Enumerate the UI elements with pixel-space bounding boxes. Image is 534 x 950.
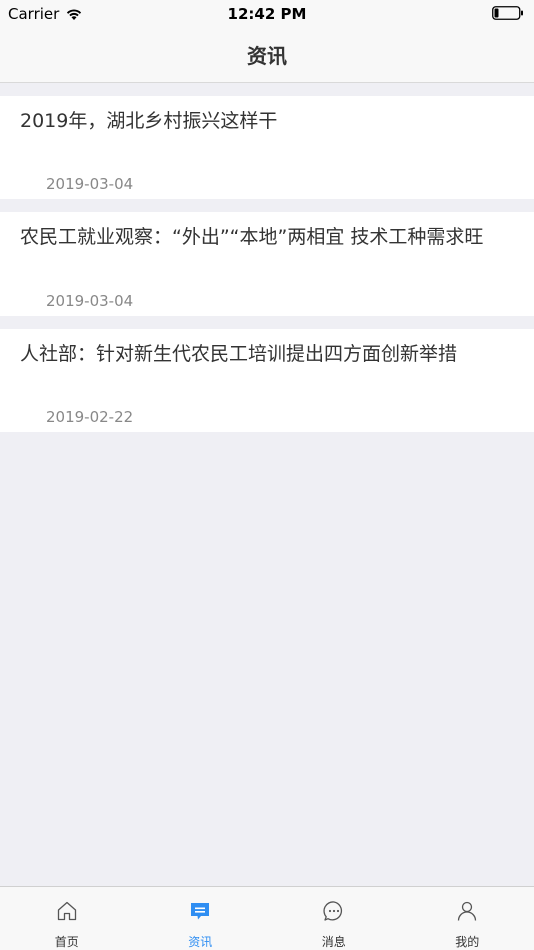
news-date: 2019-03-04 [46,175,134,193]
tab-bar: 首页 资讯 消息 我的 [0,886,534,950]
news-date: 2019-02-22 [46,408,134,426]
news-item[interactable]: 人社部：针对新生代农民工培训提出四方面创新举措 2019-02-22 [0,329,534,432]
news-title: 人社部：针对新生代农民工培训提出四方面创新举措 [20,343,458,365]
battery-icon [492,6,523,20]
tab-messages[interactable]: 消息 [267,887,401,950]
news-item[interactable]: 2019年，湖北乡村振兴这样干 2019-03-04 [0,96,534,199]
news-date: 2019-03-04 [46,292,134,310]
page-title: 资讯 [247,44,287,68]
message-icon [323,901,342,921]
tab-label: 我的 [455,935,480,949]
news-item[interactable]: 农民工就业观察：“外出”“本地”两相宜 技术工种需求旺 2019-03-04 [0,212,534,316]
home-icon [57,901,76,921]
top-bar: Carrier 12:42 PM 资讯 [0,0,534,83]
news-title: 农民工就业观察：“外出”“本地”两相宜 技术工种需求旺 [20,226,484,248]
status-bar: Carrier 12:42 PM [0,0,534,28]
tab-news[interactable]: 资讯 [134,887,268,950]
news-list: 2019年，湖北乡村振兴这样干 2019-03-04 农民工就业观察：“外出”“… [0,96,534,445]
news-icon [191,903,210,920]
tab-label: 消息 [321,935,346,949]
tab-home[interactable]: 首页 [0,887,134,950]
tab-label: 首页 [54,935,79,949]
app-screen: Carrier 12:42 PM 资讯 2019年，湖北乡村振兴这样干 2019… [0,0,534,950]
tab-label: 资讯 [188,935,213,949]
profile-icon [458,901,477,921]
news-title: 2019年，湖北乡村振兴这样干 [20,110,278,132]
status-time: 12:42 PM [227,5,307,23]
tab-profile[interactable]: 我的 [401,887,534,950]
